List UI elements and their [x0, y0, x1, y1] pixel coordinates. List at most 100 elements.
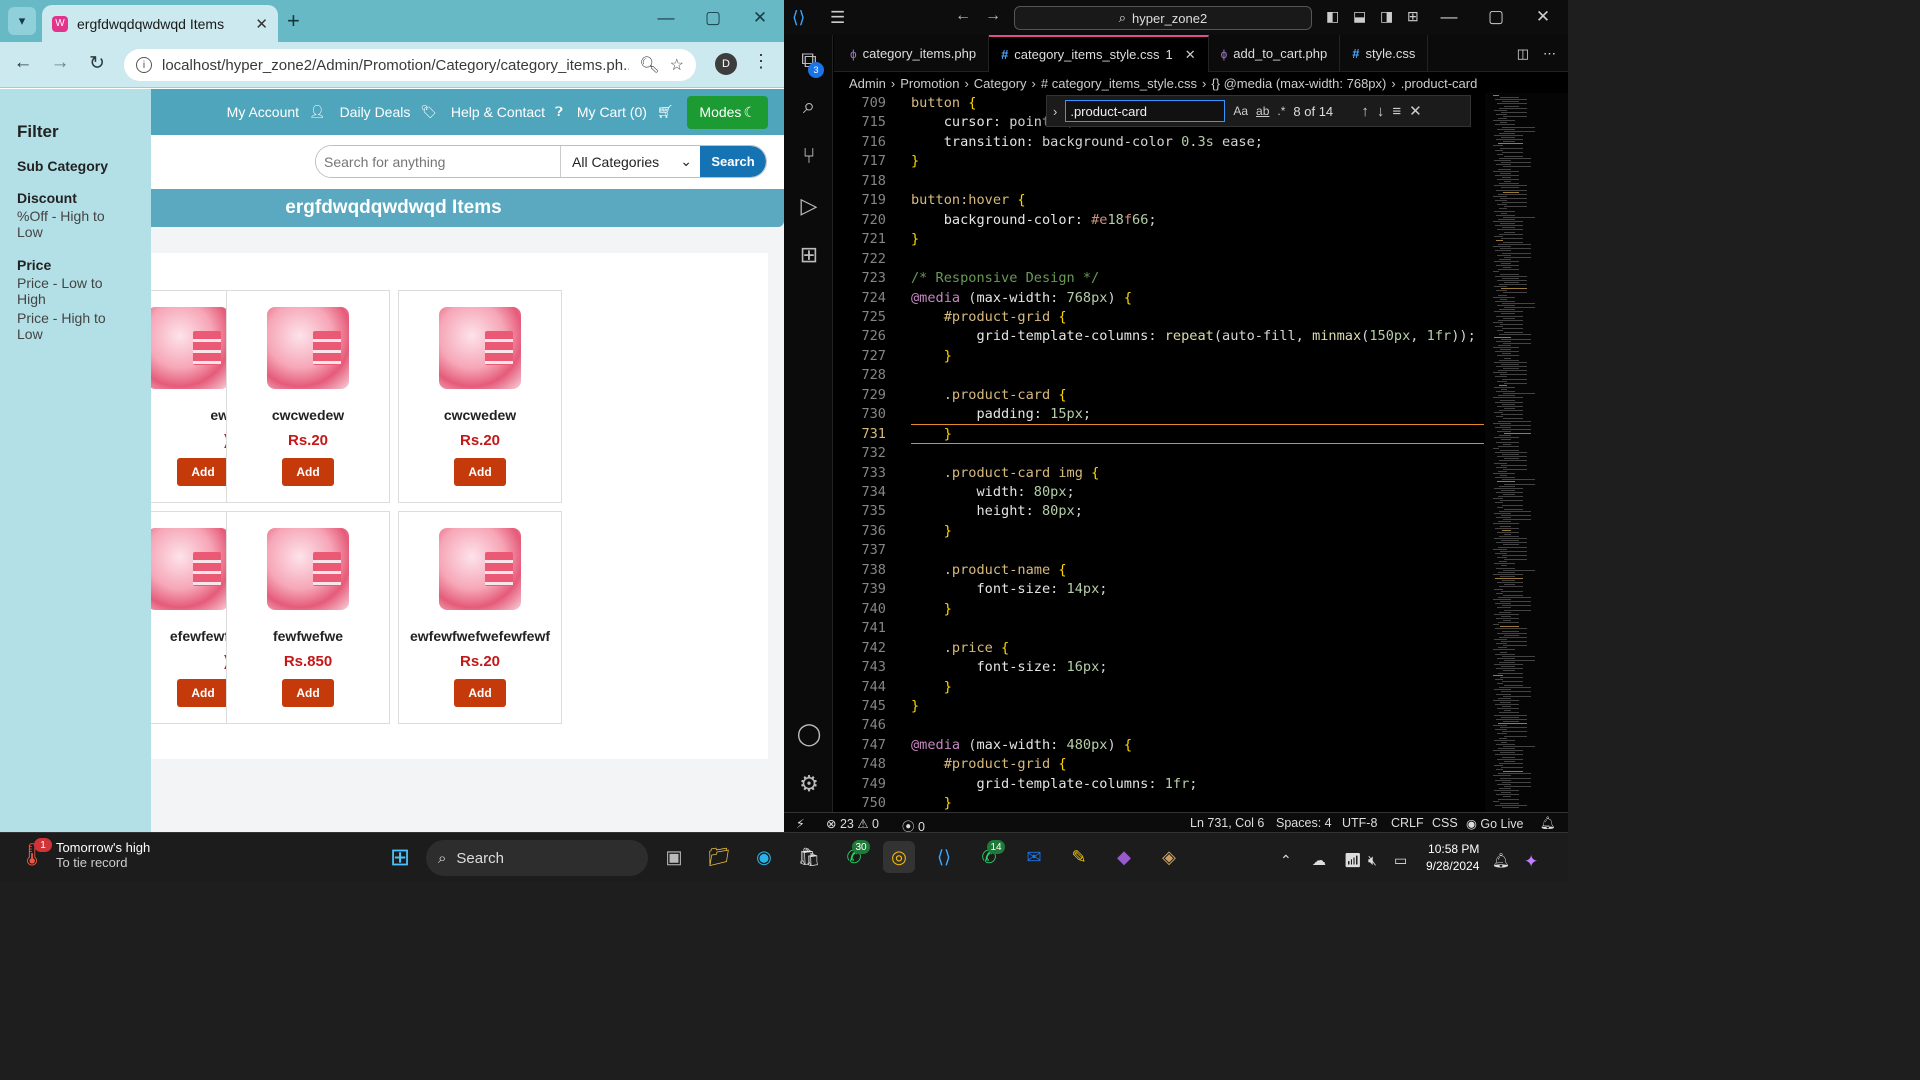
code-line[interactable]: } — [911, 601, 952, 617]
code-line[interactable]: .product-card { — [911, 387, 1067, 403]
product-card[interactable]: cwcwedew Rs.20 Add — [398, 290, 562, 503]
problems-indicator[interactable]: ⊗ 23 ⚠ 0 — [826, 816, 879, 831]
outlook-icon[interactable]: ✉ — [1018, 841, 1050, 873]
new-tab-button[interactable]: + — [287, 8, 300, 34]
product-image[interactable] — [439, 307, 521, 389]
add-to-cart-button[interactable]: Add — [454, 458, 506, 486]
more-actions-icon[interactable]: ⋯ — [1543, 46, 1556, 62]
product-image[interactable] — [147, 528, 229, 610]
code-line[interactable]: /* Responsive Design */ — [911, 270, 1099, 286]
bookmark-star-icon[interactable]: ☆ — [670, 55, 684, 75]
code-line[interactable]: #product-grid { — [911, 309, 1067, 325]
close-window-button[interactable]: ✕ — [746, 8, 774, 28]
product-card[interactable]: fewfwefwe Rs.850 Add — [226, 511, 390, 724]
filter-sub-category[interactable]: Sub Category — [17, 158, 134, 174]
minimap[interactable] — [1485, 93, 1568, 813]
vscode-maximize-button[interactable]: ▢ — [1482, 7, 1510, 27]
product-image[interactable] — [439, 528, 521, 610]
code-line[interactable]: transition: background-color 0.3s ease; — [911, 134, 1263, 150]
product-card[interactable]: ewfewfwefwefewfewf Rs.20 Add — [398, 511, 562, 724]
filter-price-high-low[interactable]: Price - High to Low — [17, 310, 134, 342]
browser-tab-active[interactable]: W ergfdwqdqwdwqd Items ✕ — [42, 5, 278, 42]
split-editor-icon[interactable]: ◫ — [1517, 46, 1529, 62]
add-to-cart-button[interactable]: Add — [282, 679, 334, 707]
code-line[interactable]: .product-card img { — [911, 465, 1100, 481]
code-line[interactable]: } — [911, 698, 919, 714]
toggle-replace-icon[interactable]: › — [1053, 104, 1057, 119]
minimize-button[interactable]: — — [652, 8, 680, 28]
code-line[interactable]: button:hover { — [911, 192, 1026, 208]
windows-start-icon[interactable]: ⊞ — [384, 841, 416, 873]
editor-tab-category-items-style-css[interactable]: # category_items_style.css 1 ✕ — [989, 35, 1209, 72]
notification-bell-icon[interactable]: 🔔︎ — [1492, 852, 1510, 869]
filter-price-low-high[interactable]: Price - Low to High — [17, 275, 134, 307]
maximize-button[interactable]: ▢ — [699, 8, 727, 28]
tab-close-icon[interactable]: ✕ — [255, 15, 268, 33]
indentation[interactable]: Spaces: 4 — [1276, 816, 1332, 830]
regex-toggle[interactable]: .* — [1277, 104, 1285, 118]
taskbar-search[interactable]: ⌕ Search — [426, 840, 648, 876]
filter-discount-high-low[interactable]: %Off - High to Low — [17, 208, 134, 240]
site-info-icon[interactable]: i — [136, 57, 152, 73]
extensions-icon[interactable]: ⊞ — [794, 242, 824, 272]
vscode-taskbar-icon[interactable]: ⟨⟩ — [928, 841, 960, 873]
previous-match-arrow-up-icon[interactable]: ↑ — [1361, 103, 1369, 120]
wifi-icon[interactable]: 📶︎ — [1344, 852, 1362, 869]
nav-back-forward-icons[interactable]: ←→ — [955, 7, 1015, 25]
line-ending[interactable]: CRLF — [1391, 816, 1424, 830]
code-line[interactable]: font-size: 14px; — [911, 581, 1107, 597]
breadcrumb-item[interactable]: {} @media (max-width: 768px) — [1211, 76, 1386, 91]
modes-toggle-button[interactable]: Modes ☾ — [687, 95, 768, 129]
code-line[interactable]: } — [911, 523, 952, 539]
code-line[interactable]: } — [911, 231, 919, 247]
code-line[interactable]: } — [911, 153, 919, 169]
code-line[interactable]: .price { — [911, 640, 1009, 656]
vscode-minimize-button[interactable]: — — [1435, 7, 1463, 27]
code-line[interactable]: } — [911, 795, 952, 811]
breadcrumb-item[interactable]: Admin — [849, 76, 886, 91]
add-to-cart-button[interactable]: Add — [177, 679, 229, 707]
code-line[interactable]: padding: 15px; — [911, 406, 1091, 422]
code-line[interactable]: } — [911, 679, 952, 695]
code-editor[interactable]: 709 button {715 cursor: pointer; 716 trans… — [834, 93, 1484, 813]
nav-my-account[interactable]: My Account 👤︎ — [227, 104, 326, 120]
hamburger-menu-icon[interactable]: ☰ — [830, 8, 845, 28]
language-mode[interactable]: CSS — [1432, 816, 1458, 830]
toggle-secondary-sidebar-icon[interactable]: ◨ — [1380, 8, 1393, 25]
system-clock[interactable]: 10:58 PM 9/28/2024 — [1426, 841, 1479, 875]
add-to-cart-button[interactable]: Add — [177, 458, 229, 486]
editor-tab-category-items-php[interactable]: ɸ category_items.php — [834, 35, 990, 72]
match-whole-word-toggle[interactable]: ab — [1256, 104, 1269, 118]
zoom-icon[interactable]: 🔍︎ — [639, 55, 659, 75]
edge-icon[interactable]: ◉ — [748, 841, 780, 873]
breadcrumb-item[interactable]: # category_items_style.css — [1041, 76, 1197, 91]
settings-gear-icon[interactable]: ⚙ — [794, 771, 824, 801]
cursor-position[interactable]: Ln 731, Col 6 — [1190, 816, 1264, 830]
nav-my-cart[interactable]: My Cart (0) 🛒︎ — [577, 104, 674, 120]
find-in-selection-icon[interactable]: ≡ — [1392, 103, 1401, 120]
toggle-sidebar-icon[interactable]: ◧ — [1326, 8, 1339, 25]
breadcrumb-item[interactable]: Promotion — [900, 76, 959, 91]
product-image[interactable] — [267, 307, 349, 389]
tab-search-dropdown[interactable]: ▾ — [8, 7, 36, 35]
remote-icon[interactable]: ⚡︎ — [796, 816, 805, 831]
vscode-close-button[interactable]: ✕ — [1529, 7, 1557, 27]
visual-studio-icon[interactable]: ◆ — [1108, 841, 1140, 873]
nav-daily-deals[interactable]: Daily Deals 🏷︎ — [340, 104, 437, 120]
code-line[interactable]: } — [911, 348, 952, 364]
weather-widget[interactable]: 🌡︎ 1 Tomorrow's high To tie record — [18, 838, 150, 870]
address-bar[interactable]: i localhost/hyper_zone2/Admin/Promotion/… — [124, 49, 696, 81]
encoding[interactable]: UTF-8 — [1342, 816, 1377, 830]
source-control-icon[interactable]: ⑂ — [794, 143, 824, 173]
reload-button[interactable]: ↻ — [84, 52, 110, 75]
back-button[interactable]: ← — [10, 52, 36, 74]
file-explorer-icon[interactable]: 📁︎ — [703, 841, 735, 873]
task-view-icon[interactable]: ▣ — [658, 841, 690, 873]
code-line[interactable]: font-size: 16px; — [911, 659, 1107, 675]
breadcrumb-item[interactable]: .product-card — [1401, 76, 1478, 91]
breadcrumb-item[interactable]: Category — [974, 76, 1027, 91]
customize-layout-icon[interactable]: ⊞ — [1407, 8, 1419, 25]
code-line[interactable]: #product-grid { — [911, 756, 1067, 772]
account-icon[interactable]: ◯ — [794, 721, 824, 751]
search-icon[interactable]: ⌕ — [794, 93, 824, 123]
